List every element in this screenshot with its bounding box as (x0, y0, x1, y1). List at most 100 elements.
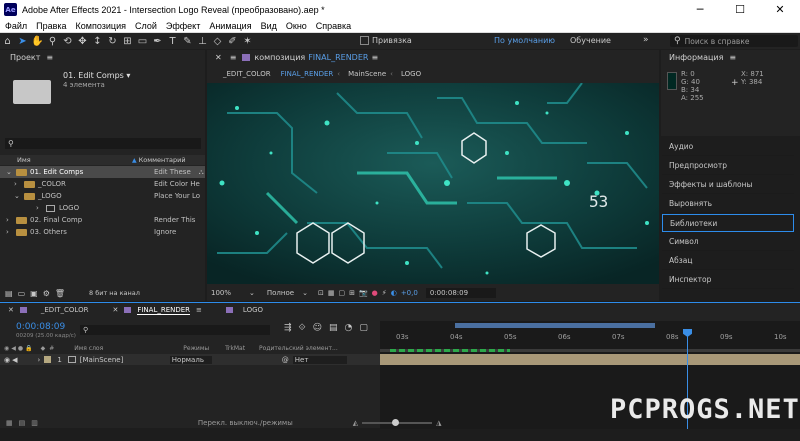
viewer-timecode[interactable]: 0:00:08:09 (425, 287, 496, 298)
panel-inspector[interactable]: Инспектор (662, 271, 794, 289)
chevron-down-icon[interactable]: ⌄ (249, 289, 255, 297)
comp-tab-title[interactable]: композиция (254, 53, 305, 62)
col-comment-header[interactable]: Комментарий (139, 156, 186, 164)
expand-open-icon[interactable]: ⌄ (14, 192, 24, 200)
menu-view[interactable]: Вид (261, 21, 277, 31)
panel-menu-icon[interactable]: ≡ (46, 53, 53, 62)
layer-name[interactable]: [MainScene] (80, 356, 170, 364)
timeline-tab-final-render[interactable]: FINAL_RENDER (137, 306, 191, 315)
panel-menu-icon[interactable]: ≡ (230, 53, 237, 62)
slider-thumb[interactable] (392, 419, 400, 426)
eraser-tool-icon[interactable]: ◇ (210, 34, 225, 48)
panel-menu-icon[interactable]: ≡ (196, 306, 202, 314)
close-icon[interactable]: ✕ (760, 0, 800, 19)
camera-snapshot-icon[interactable]: 📷 (359, 289, 368, 297)
comp-tab-name[interactable]: FINAL_RENDER (308, 53, 368, 62)
brush-tool-icon[interactable]: ✎ (180, 34, 195, 48)
pan-behind-icon[interactable]: ⊞ (120, 34, 135, 48)
layer-parent-select[interactable]: Нет (292, 355, 347, 364)
work-area-bar[interactable] (455, 323, 655, 328)
panel-audio[interactable]: Аудио (662, 138, 794, 156)
crumb-final-render[interactable]: FINAL_RENDER (281, 70, 334, 78)
project-item[interactable]: ⌄ 01. Edit Comps Edit These ⛬ (0, 166, 205, 178)
panel-align[interactable]: Выровнять (662, 195, 794, 213)
composition-mini-flowchart-icon[interactable]: ⇶ (284, 323, 292, 333)
trash-icon[interactable]: 🗑 (55, 289, 65, 298)
layer-duration-bar[interactable] (380, 354, 800, 365)
layer-row[interactable]: ◉ ◀ › 1 [MainScene] Нормаль @ Нет (0, 354, 380, 365)
roto-brush-icon[interactable]: ✐ (225, 34, 240, 48)
expand-open-icon[interactable]: ⌄ (6, 168, 16, 176)
lock-icon[interactable] (242, 53, 251, 61)
panel-effects-presets[interactable]: Эффекты и шаблоны (662, 176, 794, 194)
home-icon[interactable]: ⌂ (0, 34, 15, 48)
hand-tool-icon[interactable]: ✋ (30, 34, 45, 48)
layer-mode-select[interactable]: Нормаль (169, 355, 212, 364)
draft-3d-icon[interactable]: ⟐ (299, 323, 306, 333)
sort-up-icon[interactable]: ▲ (132, 157, 137, 164)
zoom-in-icon[interactable]: ◮ (436, 419, 441, 427)
menu-window[interactable]: Окно (286, 21, 307, 31)
comp-tab-menu-icon[interactable]: ≡ (371, 53, 378, 62)
close-tab-icon[interactable]: ✕ (215, 53, 222, 62)
snap-checkbox[interactable] (360, 36, 369, 45)
project-item[interactable]: › LOGO (0, 202, 205, 214)
bit-depth-label[interactable]: 8 бит на канал (89, 289, 140, 297)
menu-edit[interactable]: Правка (36, 21, 66, 31)
rotate-tool-icon[interactable]: ↻ (105, 34, 120, 48)
frame-blending-icon[interactable]: ▤ (329, 323, 338, 333)
dolly-tool-icon[interactable]: ↕ (90, 34, 105, 48)
zoom-out-icon[interactable]: ◭ (353, 419, 358, 427)
clone-stamp-icon[interactable]: ⊥ (195, 34, 210, 48)
project-item[interactable]: › _COLOR Edit Color He (0, 178, 205, 190)
puppet-tool-icon[interactable]: ✶ (240, 34, 255, 48)
timeline-tab-edit-color[interactable]: _EDIT_COLOR (41, 306, 89, 314)
composition-viewer[interactable]: 53 (207, 83, 659, 284)
expand-closed-icon[interactable]: › (36, 204, 46, 212)
col-modes[interactable]: Режимы (183, 345, 209, 352)
menu-file[interactable]: Файл (5, 21, 27, 31)
workspace-learn[interactable]: Обучение (570, 36, 611, 45)
panel-menu-icon[interactable]: ≡ (729, 53, 736, 62)
label-color-icon[interactable] (44, 356, 52, 363)
crumb-mainscene[interactable]: MainScene (348, 70, 386, 78)
exposure-icon[interactable]: ◐ (391, 289, 397, 297)
timeline-tab-logo[interactable]: LOGO (243, 306, 263, 314)
exposure-value[interactable]: +0,0 (401, 289, 418, 297)
workspace-more-icon[interactable]: » (643, 35, 649, 45)
in-out-icon[interactable]: ▥ (31, 419, 38, 427)
crumb-logo[interactable]: LOGO (401, 70, 421, 78)
new-folder-icon[interactable]: ▭ (18, 289, 26, 298)
layer-switches-icon[interactable]: ▦ (6, 419, 13, 427)
expand-closed-icon[interactable]: › (6, 228, 16, 236)
col-parent[interactable]: Родительский элемент... (259, 345, 338, 352)
interpret-footage-icon[interactable]: ▤ (5, 289, 13, 298)
transfer-controls-icon[interactable]: ▤ (19, 419, 26, 427)
project-item[interactable]: › 02. Final Comp Render This (0, 214, 205, 226)
roi-icon[interactable]: ⊡ (318, 289, 324, 297)
help-search-input[interactable]: ⚲ Поиск в справке (670, 35, 798, 47)
guides-icon[interactable]: ⊞ (349, 289, 355, 297)
type-tool-icon[interactable]: T (165, 34, 180, 48)
zoom-tool-icon[interactable]: ⚲ (45, 34, 60, 48)
close-tab-icon[interactable]: ✕ (8, 306, 14, 314)
expand-closed-icon[interactable]: › (14, 180, 24, 188)
orbit-tool-icon[interactable]: ⟲ (60, 34, 75, 48)
settings-icon[interactable]: ⚙ (43, 289, 50, 298)
crumb-edit-color[interactable]: _EDIT_COLOR (223, 70, 271, 78)
motion-blur-icon[interactable]: ◔ (345, 323, 353, 333)
panel-paragraph[interactable]: Абзац (662, 252, 794, 270)
transparency-grid-icon[interactable]: ▦ (328, 289, 335, 297)
toggle-switches-modes[interactable]: Перекл. выключ./режимы (198, 419, 293, 427)
menu-composition[interactable]: Композиция (76, 21, 126, 31)
visibility-icon[interactable]: ◉ (4, 356, 10, 364)
menu-layer[interactable]: Слой (135, 21, 157, 31)
panel-preview[interactable]: Предпросмотр (662, 157, 794, 175)
project-item[interactable]: ⌄ _LOGO Place Your Lo (0, 190, 205, 202)
menu-help[interactable]: Справка (316, 21, 351, 31)
expand-closed-icon[interactable]: › (38, 356, 41, 364)
selection-tool-icon[interactable]: ➤ (15, 34, 30, 48)
zoom-select[interactable]: 100% (211, 289, 231, 297)
mask-visibility-icon[interactable]: ▢ (338, 289, 345, 297)
menu-animation[interactable]: Анимация (209, 21, 251, 31)
